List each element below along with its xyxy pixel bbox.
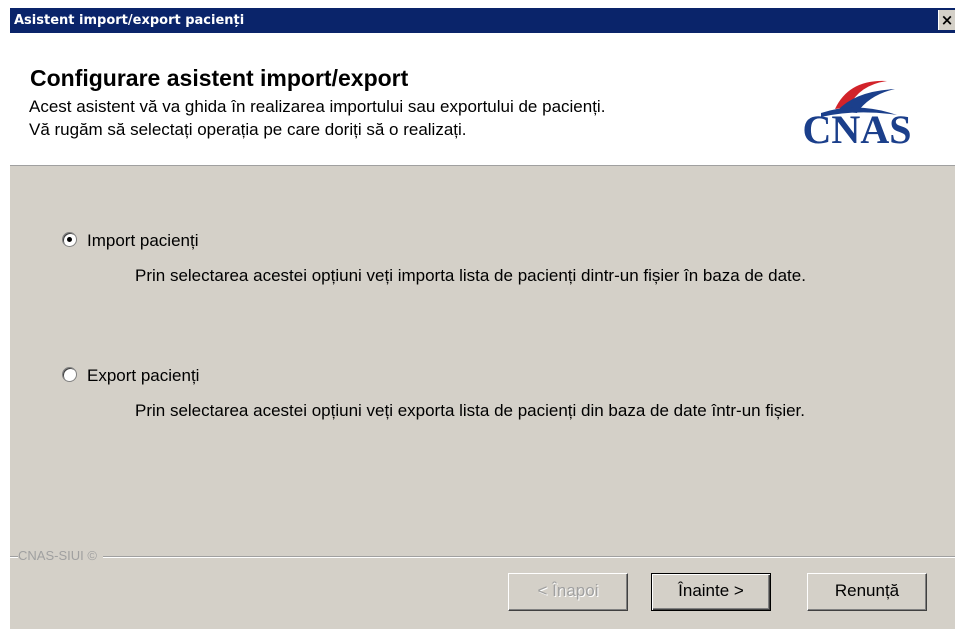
back-button[interactable]: < Înapoi: [508, 573, 628, 611]
export-radio[interactable]: [62, 367, 77, 383]
export-description: Prin selectarea acestei opțiuni veți exp…: [135, 401, 805, 420]
import-option[interactable]: Import pacienți: [62, 231, 199, 251]
cancel-button[interactable]: Renunță: [807, 573, 927, 611]
import-radio[interactable]: [62, 232, 77, 248]
export-label: Export pacienți: [87, 366, 200, 385]
logo-text: CNAS: [803, 107, 912, 147]
window-title: Asistent import/export pacienți: [14, 13, 245, 28]
import-label: Import pacienți: [87, 231, 199, 250]
wizard-header: Configurare asistent import/export Acest…: [10, 33, 955, 166]
close-button[interactable]: ×: [938, 10, 955, 30]
next-button[interactable]: Înainte >: [651, 573, 771, 611]
export-option[interactable]: Export pacienți: [62, 366, 199, 386]
header-description-line2: Vă rugăm să selectați operația pe care d…: [29, 120, 467, 139]
brand-text: CNAS-SIUI ©: [18, 548, 103, 563]
page-title: Configurare asistent import/export: [30, 65, 409, 91]
import-description: Prin selectarea acestei opțiuni veți imp…: [135, 266, 806, 285]
header-description-line1: Acest asistent vă va ghida în realizarea…: [29, 97, 606, 116]
title-bar: Asistent import/export pacienți ×: [10, 8, 955, 33]
footer-divider: [10, 556, 955, 558]
wizard-window: Asistent import/export pacienți × Config…: [10, 8, 955, 629]
cnas-logo: CNAS: [803, 80, 912, 147]
